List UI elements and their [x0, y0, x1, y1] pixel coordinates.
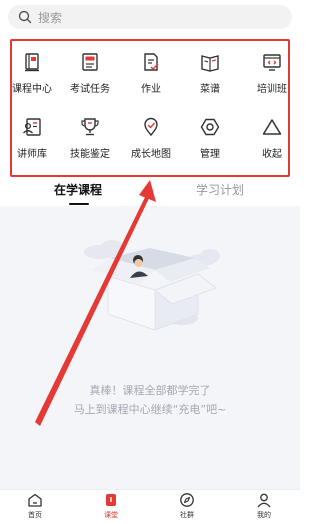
- grid-item-label: 作业: [141, 84, 161, 95]
- grid-item-label: 收起: [262, 149, 282, 160]
- search-icon: [18, 10, 32, 24]
- grid-item-homework[interactable]: 作业: [123, 43, 179, 103]
- grid-item-skill-appraisal[interactable]: 技能鉴定: [62, 108, 118, 168]
- search-bar[interactable]: 搜索: [8, 5, 292, 29]
- course-tabs: 在学课程 学习计划: [0, 178, 300, 206]
- grid-item-label: 技能鉴定: [70, 149, 110, 160]
- compass-icon: [180, 493, 194, 507]
- manage-hexagon-icon: [200, 118, 220, 136]
- tab-study-plan[interactable]: 学习计划: [196, 181, 244, 198]
- nav-classroom[interactable]: 课堂: [86, 492, 136, 520]
- homework-icon: [144, 53, 159, 71]
- empty-message-line1: 真棒！课程全部都学完了: [89, 384, 211, 397]
- grid-item-label: 成长地图: [131, 149, 171, 160]
- collapse-triangle-icon: [262, 119, 282, 135]
- nav-classroom-label: 课堂: [104, 511, 118, 519]
- recipe-book-icon: [201, 55, 219, 72]
- classroom-book-icon: [106, 494, 116, 506]
- grid-item-growth-map[interactable]: 成长地图: [123, 108, 179, 168]
- bottom-nav: 首页 课堂 社群 我的: [0, 489, 300, 524]
- exam-task-icon: [82, 53, 98, 71]
- nav-mine-label: 我的: [257, 511, 271, 519]
- empty-state-area: 真棒！课程全部都学完了 马上到课程中心继续“充电”吧~: [0, 206, 300, 489]
- grid-item-manage[interactable]: 管理: [182, 108, 238, 168]
- grid-item-label: 考试任务: [70, 84, 110, 95]
- lecturer-library-icon: [23, 118, 41, 136]
- nav-home-label: 首页: [28, 511, 42, 519]
- grid-item-training-class[interactable]: 培训班: [244, 43, 300, 103]
- grid-item-label: 讲师库: [17, 149, 47, 160]
- nav-community[interactable]: 社群: [162, 492, 212, 520]
- grid-item-course-center[interactable]: 课程中心: [4, 43, 60, 103]
- grid-item-recipe[interactable]: 菜谱: [182, 43, 238, 103]
- home-icon: [28, 493, 42, 507]
- grid-item-exam-task[interactable]: 考试任务: [62, 43, 118, 103]
- nav-mine[interactable]: 我的: [239, 492, 289, 520]
- user-icon: [257, 493, 271, 508]
- training-class-icon: [263, 54, 281, 71]
- grid-item-label: 菜谱: [200, 84, 220, 95]
- nav-home[interactable]: 首页: [10, 492, 60, 520]
- grid-item-label: 管理: [200, 149, 220, 160]
- search-input[interactable]: 搜索: [38, 9, 62, 26]
- growth-map-icon: [144, 117, 158, 137]
- grid-item-lecturer-library[interactable]: 讲师库: [4, 108, 60, 168]
- grid-item-collapse[interactable]: 收起: [244, 108, 300, 168]
- grid-item-label: 培训班: [257, 84, 287, 95]
- nav-community-label: 社群: [180, 511, 194, 519]
- tab-learning-courses[interactable]: 在学课程: [54, 181, 102, 198]
- function-grid: 课程中心 考试任务 作业 菜谱 培训班 讲师库 技能鉴定 成长地图 管理 收起: [10, 39, 290, 177]
- tab-underline: [69, 203, 89, 205]
- course-center-icon: [25, 53, 39, 72]
- empty-box-illustration: [84, 240, 220, 331]
- empty-message-line2: 马上到课程中心继续“充电”吧~: [73, 403, 227, 416]
- grid-item-label: 课程中心: [12, 84, 52, 95]
- skill-trophy-icon: [81, 118, 99, 136]
